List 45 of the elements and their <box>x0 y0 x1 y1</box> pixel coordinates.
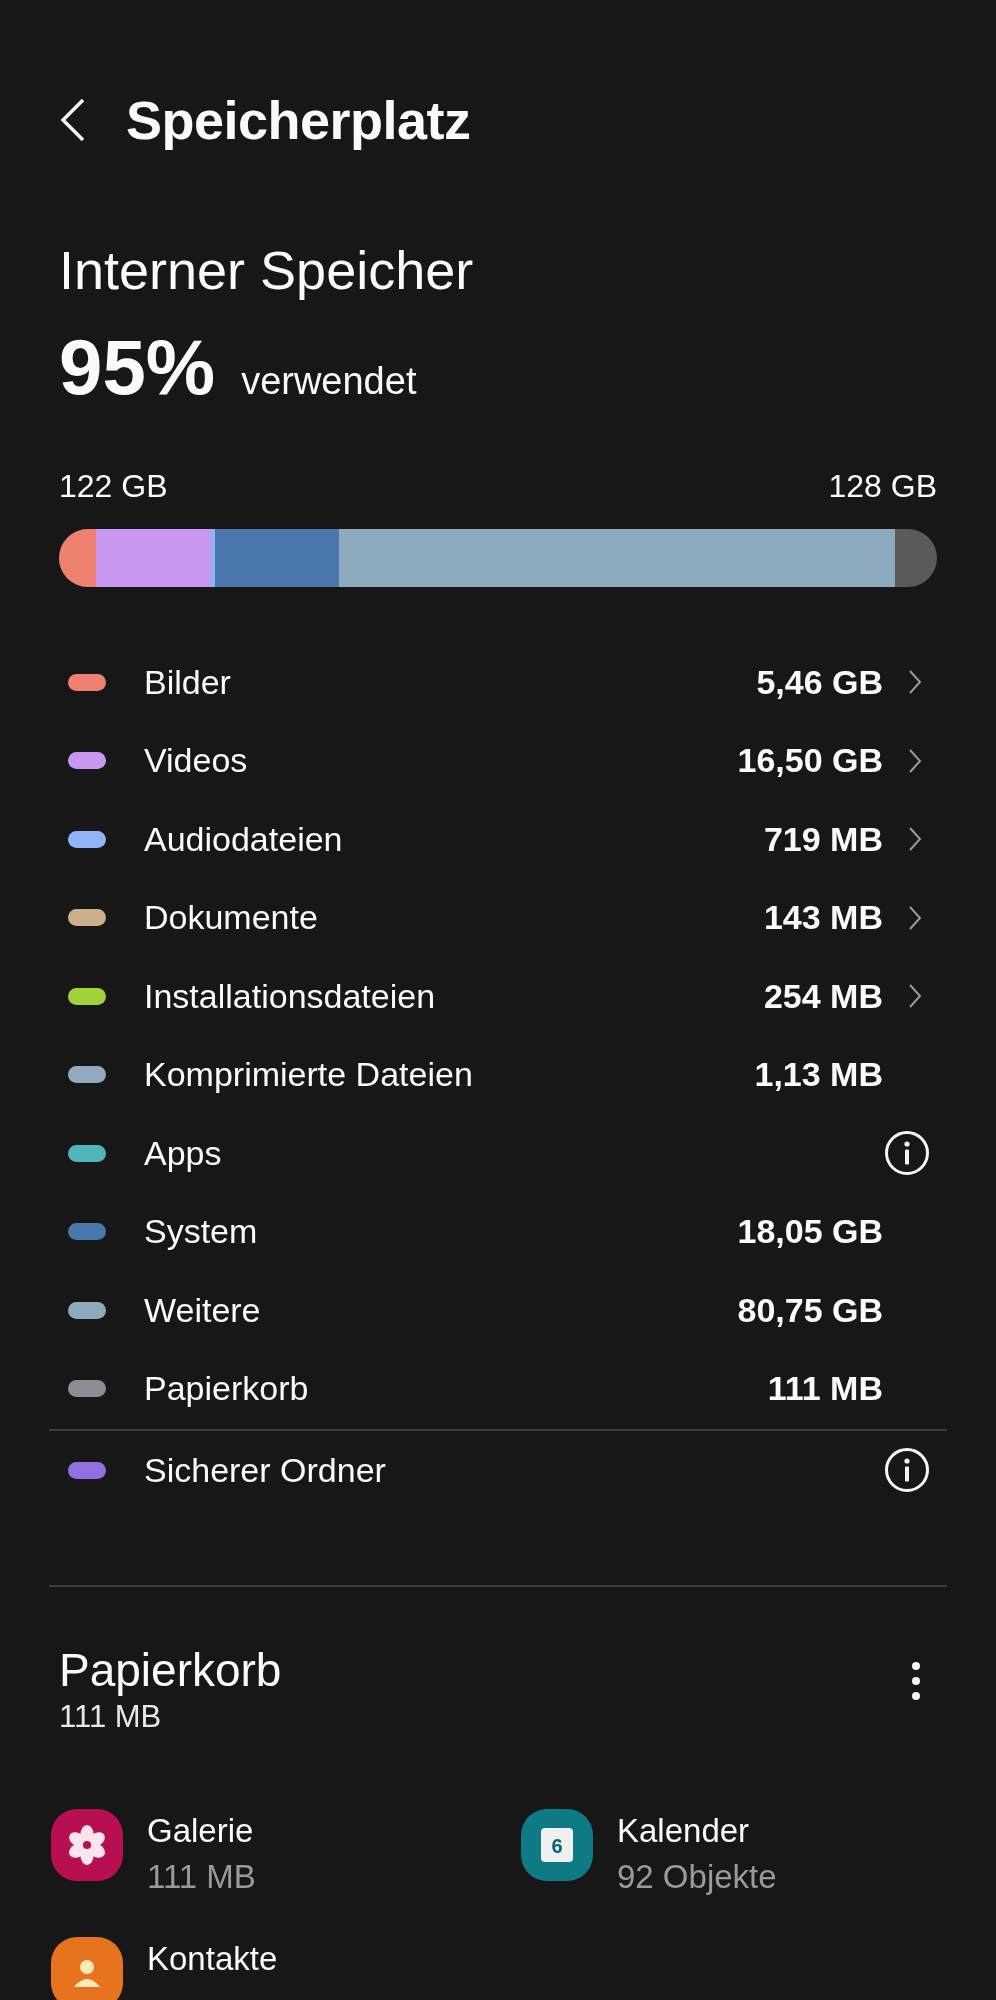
info-icon[interactable] <box>884 1447 930 1494</box>
category-size: 254 MB <box>763 976 883 1016</box>
category-size: 80,75 GB <box>737 1290 883 1330</box>
category-size: 18,05 GB <box>737 1212 883 1252</box>
category-size: 5,46 GB <box>756 662 883 702</box>
category-label[interactable]: Weitere <box>144 1290 738 1330</box>
contacts-app-icon[interactable] <box>51 1936 123 2000</box>
category-label[interactable]: Installationsdateien <box>144 976 764 1016</box>
category-label[interactable]: Videos <box>144 741 738 781</box>
category-size: 143 MB <box>763 898 883 938</box>
app-name: Kalender <box>617 1810 751 1851</box>
info-icon[interactable] <box>884 1130 930 1177</box>
app-name: Galerie <box>147 1810 255 1851</box>
more-options-icon[interactable] <box>911 1660 921 1701</box>
category-label[interactable]: Komprimierte Dateien <box>144 1055 755 1095</box>
category-size: 719 MB <box>763 819 883 859</box>
category-size: 16,50 GB <box>737 741 883 781</box>
category-label[interactable]: Bilder <box>144 662 757 702</box>
chevron-right-icon <box>908 904 922 931</box>
category-label[interactable]: Apps <box>144 1133 875 1173</box>
category-label[interactable]: Audiodateien <box>144 819 764 859</box>
category-label[interactable]: Dokumente <box>144 898 764 938</box>
chevron-right-icon <box>908 747 922 774</box>
total-amount: 128 GB <box>828 468 937 505</box>
page-title: Speicherplatz <box>126 89 471 151</box>
app-trash-size: 92 Objekte <box>617 1856 777 1897</box>
usage-label: verwendet <box>241 360 417 403</box>
gallery-app-icon[interactable] <box>51 1808 123 1881</box>
app-name: Kontakte <box>147 1938 278 1979</box>
chevron-right-icon <box>908 669 922 696</box>
chevron-right-icon <box>908 983 922 1010</box>
calendar-app-icon[interactable]: 6 <box>521 1808 593 1881</box>
usage-percent: 95% <box>59 324 216 410</box>
used-amount: 122 GB <box>59 468 168 505</box>
section-title: Papierkorb <box>59 1642 282 1697</box>
category-label[interactable]: Sicherer Ordner <box>144 1450 875 1490</box>
app-trash-size: 111 MB <box>147 1856 256 1897</box>
chevron-right-icon <box>908 826 922 853</box>
category-label[interactable]: System <box>144 1212 738 1252</box>
section-size: 111 MB <box>59 1697 163 1736</box>
back-icon[interactable] <box>60 98 86 142</box>
storage-title: Interner Speicher <box>59 239 474 302</box>
category-label[interactable]: Papierkorb <box>144 1369 768 1409</box>
category-size: 111 MB <box>767 1369 883 1409</box>
category-size: 1,13 MB <box>754 1055 883 1095</box>
